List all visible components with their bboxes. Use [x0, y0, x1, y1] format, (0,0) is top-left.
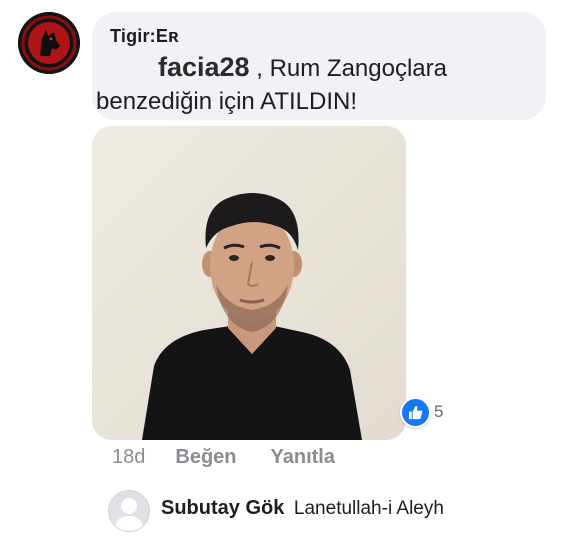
reply-button[interactable]: Yanıtla: [271, 446, 335, 469]
reaction-count: 5: [434, 402, 444, 421]
comment-actions: 18d Beğen Yanıtla: [112, 446, 369, 469]
commenter-avatar[interactable]: [18, 12, 80, 74]
comment-text-start: , Rum Zangoçlara: [249, 55, 447, 82]
comment-author[interactable]: Tigir:Eʀ: [110, 26, 179, 47]
comment-timestamp[interactable]: 18d: [112, 446, 145, 469]
comment-text-line1: facia28 , Rum Zangoçlara: [110, 52, 447, 83]
like-icon: [400, 396, 431, 428]
wolf-emblem-icon: [18, 12, 80, 74]
comment-text-line2: benzediğin için ATILDIN!: [96, 88, 358, 115]
portrait-photo: [92, 126, 406, 440]
reply-preview[interactable]: Subutay Gök Lanetullah-i Aleyh: [161, 497, 444, 520]
mention-tag[interactable]: facia28: [110, 52, 250, 82]
like-button[interactable]: Beğen: [175, 446, 236, 469]
reaction-summary[interactable]: 5: [400, 396, 444, 428]
comment-photo[interactable]: [92, 126, 406, 440]
reply-text: Lanetullah-i Aleyh: [293, 498, 444, 519]
default-avatar-icon[interactable]: [108, 490, 150, 532]
reply-author[interactable]: Subutay Gök: [161, 497, 284, 519]
comment-bubble: Tigir:Eʀ facia28 , Rum Zangoçlara benzed…: [92, 12, 546, 120]
comment-thread: Tigir:Eʀ facia28 , Rum Zangoçlara benzed…: [0, 0, 564, 542]
